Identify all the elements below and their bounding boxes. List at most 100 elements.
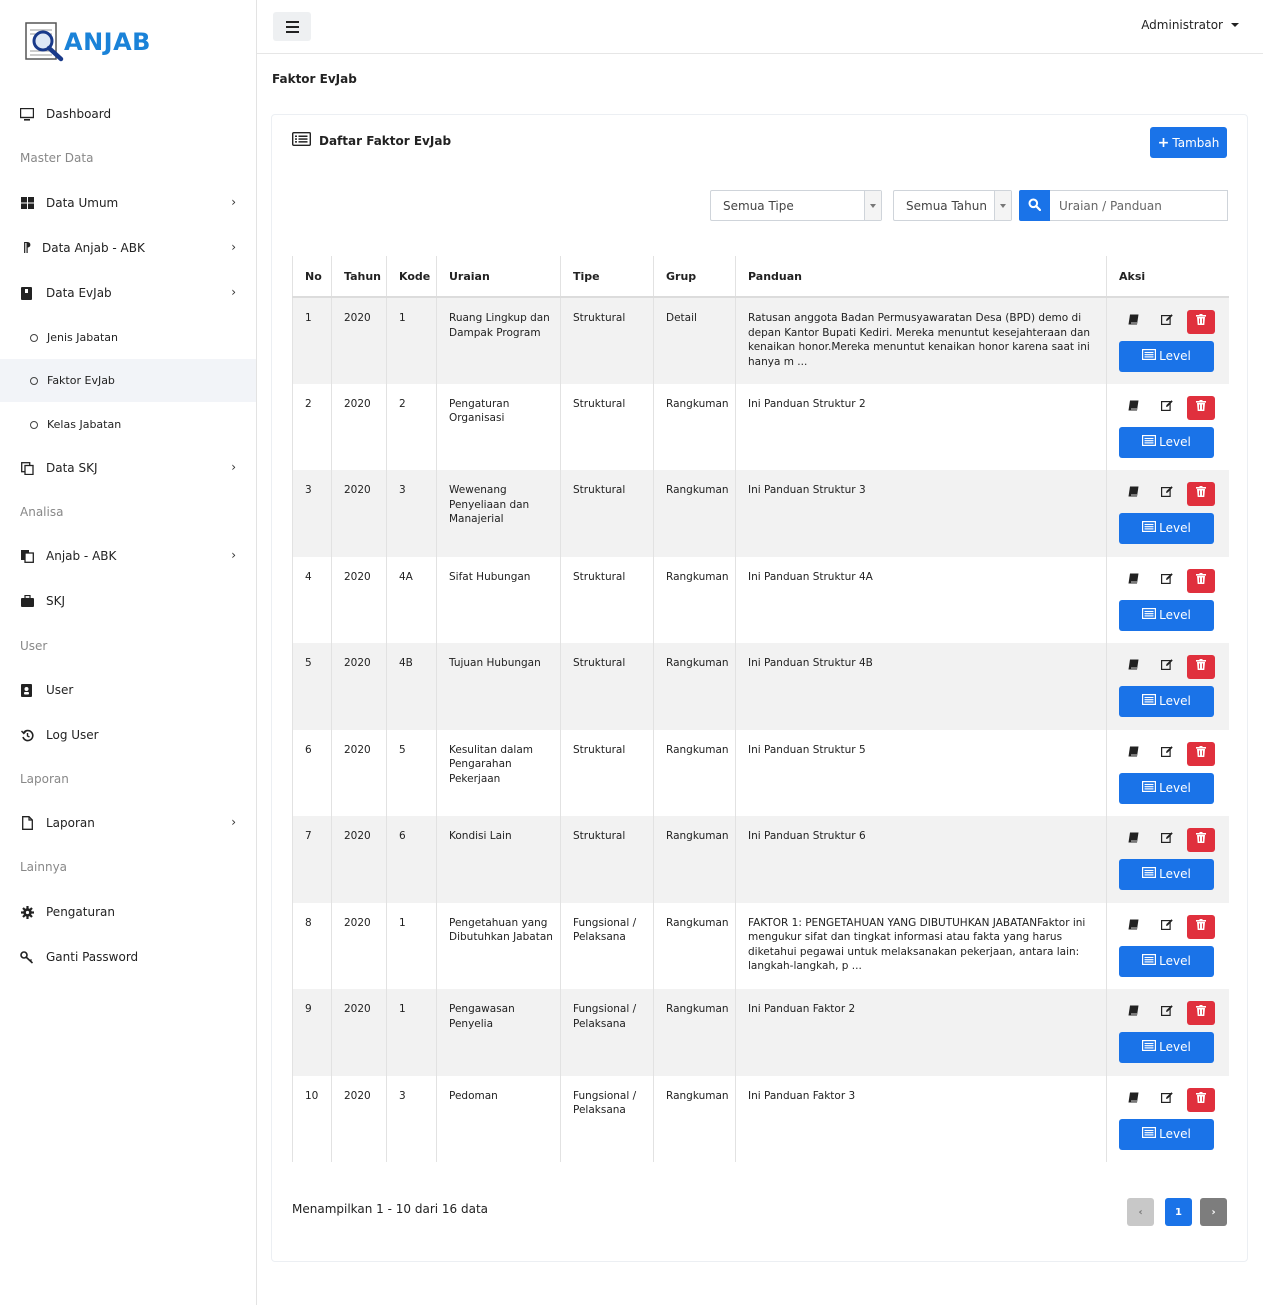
address-book-icon: [20, 683, 34, 697]
nav-log-user[interactable]: Log User: [0, 713, 256, 757]
level-button[interactable]: Level: [1119, 1118, 1214, 1150]
action-buttons: [1119, 1087, 1229, 1112]
action-buttons: [1119, 395, 1229, 420]
cell-tipe: Fungsional / Pelaksana: [560, 902, 654, 989]
cell-tahun: 2020: [331, 989, 387, 1076]
nav-skj[interactable]: SKJ: [0, 579, 256, 623]
delete-button[interactable]: [1187, 1001, 1215, 1025]
col-tipe[interactable]: Tipe: [560, 256, 654, 298]
edit-button[interactable]: [1153, 310, 1181, 334]
detail-button[interactable]: [1119, 828, 1147, 852]
level-button[interactable]: Level: [1119, 945, 1214, 977]
nav-faktor-evjab[interactable]: Faktor EvJab: [0, 359, 256, 402]
detail-button[interactable]: [1119, 655, 1147, 679]
detail-button[interactable]: [1119, 1001, 1147, 1025]
nav-data-skj[interactable]: Data SKJ ›: [0, 446, 256, 490]
cell-uraian: Pedoman: [436, 1075, 561, 1162]
level-button[interactable]: Level: [1119, 341, 1214, 372]
nav-data-evjab[interactable]: Data EvJab ›: [0, 271, 256, 315]
cell-aksi: Level: [1106, 1075, 1229, 1162]
delete-button[interactable]: [1187, 828, 1215, 852]
col-grup[interactable]: Grup: [653, 256, 736, 298]
card-title: Daftar Faktor EvJab: [291, 131, 451, 149]
app-logo[interactable]: ANJAB: [24, 20, 151, 64]
edit-button[interactable]: [1153, 482, 1181, 506]
nav-dashboard[interactable]: Dashboard: [0, 92, 256, 136]
edit-button[interactable]: [1153, 915, 1181, 939]
nav-laporan[interactable]: Laporan ›: [0, 801, 256, 845]
detail-button[interactable]: [1119, 1088, 1147, 1112]
delete-button[interactable]: [1187, 914, 1215, 939]
nav-data-anjab[interactable]: ⁋ Data Anjab - ABK ›: [0, 226, 256, 270]
delete-button[interactable]: [1187, 310, 1215, 334]
delete-button[interactable]: [1187, 1087, 1215, 1112]
nav-ganti-password[interactable]: Ganti Password: [0, 935, 256, 979]
detail-button[interactable]: [1119, 742, 1147, 766]
edit-icon: [1161, 400, 1173, 416]
menu-toggle-button[interactable]: [273, 12, 311, 41]
level-button[interactable]: Level: [1119, 513, 1214, 544]
chevron-right-icon: ›: [231, 285, 236, 299]
chevron-right-icon: ›: [231, 815, 236, 829]
cell-kode: 4A: [386, 556, 437, 643]
cell-aksi: Level: [1106, 297, 1229, 384]
trash-icon: [1196, 572, 1206, 589]
edit-button[interactable]: [1153, 1088, 1181, 1112]
search-input[interactable]: [1050, 190, 1228, 221]
trash-icon: [1196, 745, 1206, 762]
detail-button[interactable]: [1119, 396, 1147, 420]
col-kode[interactable]: Kode: [386, 256, 437, 298]
level-button[interactable]: Level: [1119, 1032, 1214, 1063]
edit-button[interactable]: [1153, 655, 1181, 679]
page-1-button[interactable]: 1: [1165, 1198, 1192, 1226]
delete-button[interactable]: [1187, 655, 1215, 679]
tipe-select[interactable]: Semua Tipe: [710, 190, 882, 221]
cell-uraian: Ruang Lingkup dan Dampak Program: [436, 297, 561, 384]
edit-button[interactable]: [1153, 742, 1181, 766]
col-tahun[interactable]: Tahun: [331, 256, 387, 298]
cell-panduan: Ini Panduan Struktur 2: [735, 383, 1107, 470]
edit-button[interactable]: [1153, 828, 1181, 852]
edit-button[interactable]: [1153, 569, 1181, 593]
col-panduan[interactable]: Panduan: [735, 256, 1107, 298]
col-uraian[interactable]: Uraian: [436, 256, 561, 298]
cell-no: 3: [292, 470, 332, 557]
edit-button[interactable]: [1153, 1001, 1181, 1025]
table-row: 2 2020 2 Pengaturan Organisasi Struktural Ran…: [292, 383, 1229, 470]
table-body: 1 2020 1 Ruang Lingkup dan Dampak Program St…: [292, 297, 1229, 1162]
level-button[interactable]: Level: [1119, 859, 1214, 890]
edit-button[interactable]: [1153, 396, 1181, 420]
page-title: Faktor EvJab: [272, 72, 357, 86]
book-icon: [1128, 746, 1139, 762]
nav-data-umum[interactable]: Data Umum ›: [0, 181, 256, 225]
nav-pengaturan-label: Pengaturan: [46, 905, 115, 919]
nav-jenis-jabatan[interactable]: Jenis Jabatan: [0, 316, 256, 359]
user-menu[interactable]: Administrator: [1141, 18, 1239, 32]
detail-button[interactable]: [1119, 310, 1147, 334]
book-icon: [1128, 832, 1139, 848]
level-button[interactable]: Level: [1119, 426, 1214, 458]
delete-button[interactable]: [1187, 395, 1215, 420]
detail-button[interactable]: [1119, 569, 1147, 593]
edit-icon: [1161, 659, 1173, 675]
nav-anjab-abk[interactable]: Anjab - ABK ›: [0, 534, 256, 578]
add-button[interactable]: + Tambah: [1150, 127, 1227, 158]
delete-button[interactable]: [1187, 741, 1215, 766]
delete-button[interactable]: [1187, 482, 1215, 506]
table-header: No Tahun Kode Uraian Tipe Grup Panduan A…: [292, 256, 1229, 298]
next-page-button[interactable]: ›: [1200, 1198, 1227, 1226]
nav-kelas-jabatan[interactable]: Kelas Jabatan: [0, 403, 256, 446]
nav-pengaturan[interactable]: Pengaturan: [0, 890, 256, 934]
delete-button[interactable]: [1187, 568, 1215, 593]
detail-button[interactable]: [1119, 915, 1147, 939]
nav-user[interactable]: User: [0, 668, 256, 712]
col-no[interactable]: No: [292, 256, 332, 298]
prev-page-button[interactable]: ‹: [1127, 1198, 1154, 1226]
search-button[interactable]: [1019, 190, 1050, 221]
level-button[interactable]: Level: [1119, 772, 1214, 804]
detail-button[interactable]: [1119, 482, 1147, 506]
tahun-select[interactable]: Semua Tahun: [893, 190, 1012, 221]
level-button[interactable]: Level: [1119, 686, 1214, 717]
cell-no: 10: [292, 1075, 332, 1162]
level-button[interactable]: Level: [1119, 599, 1214, 631]
